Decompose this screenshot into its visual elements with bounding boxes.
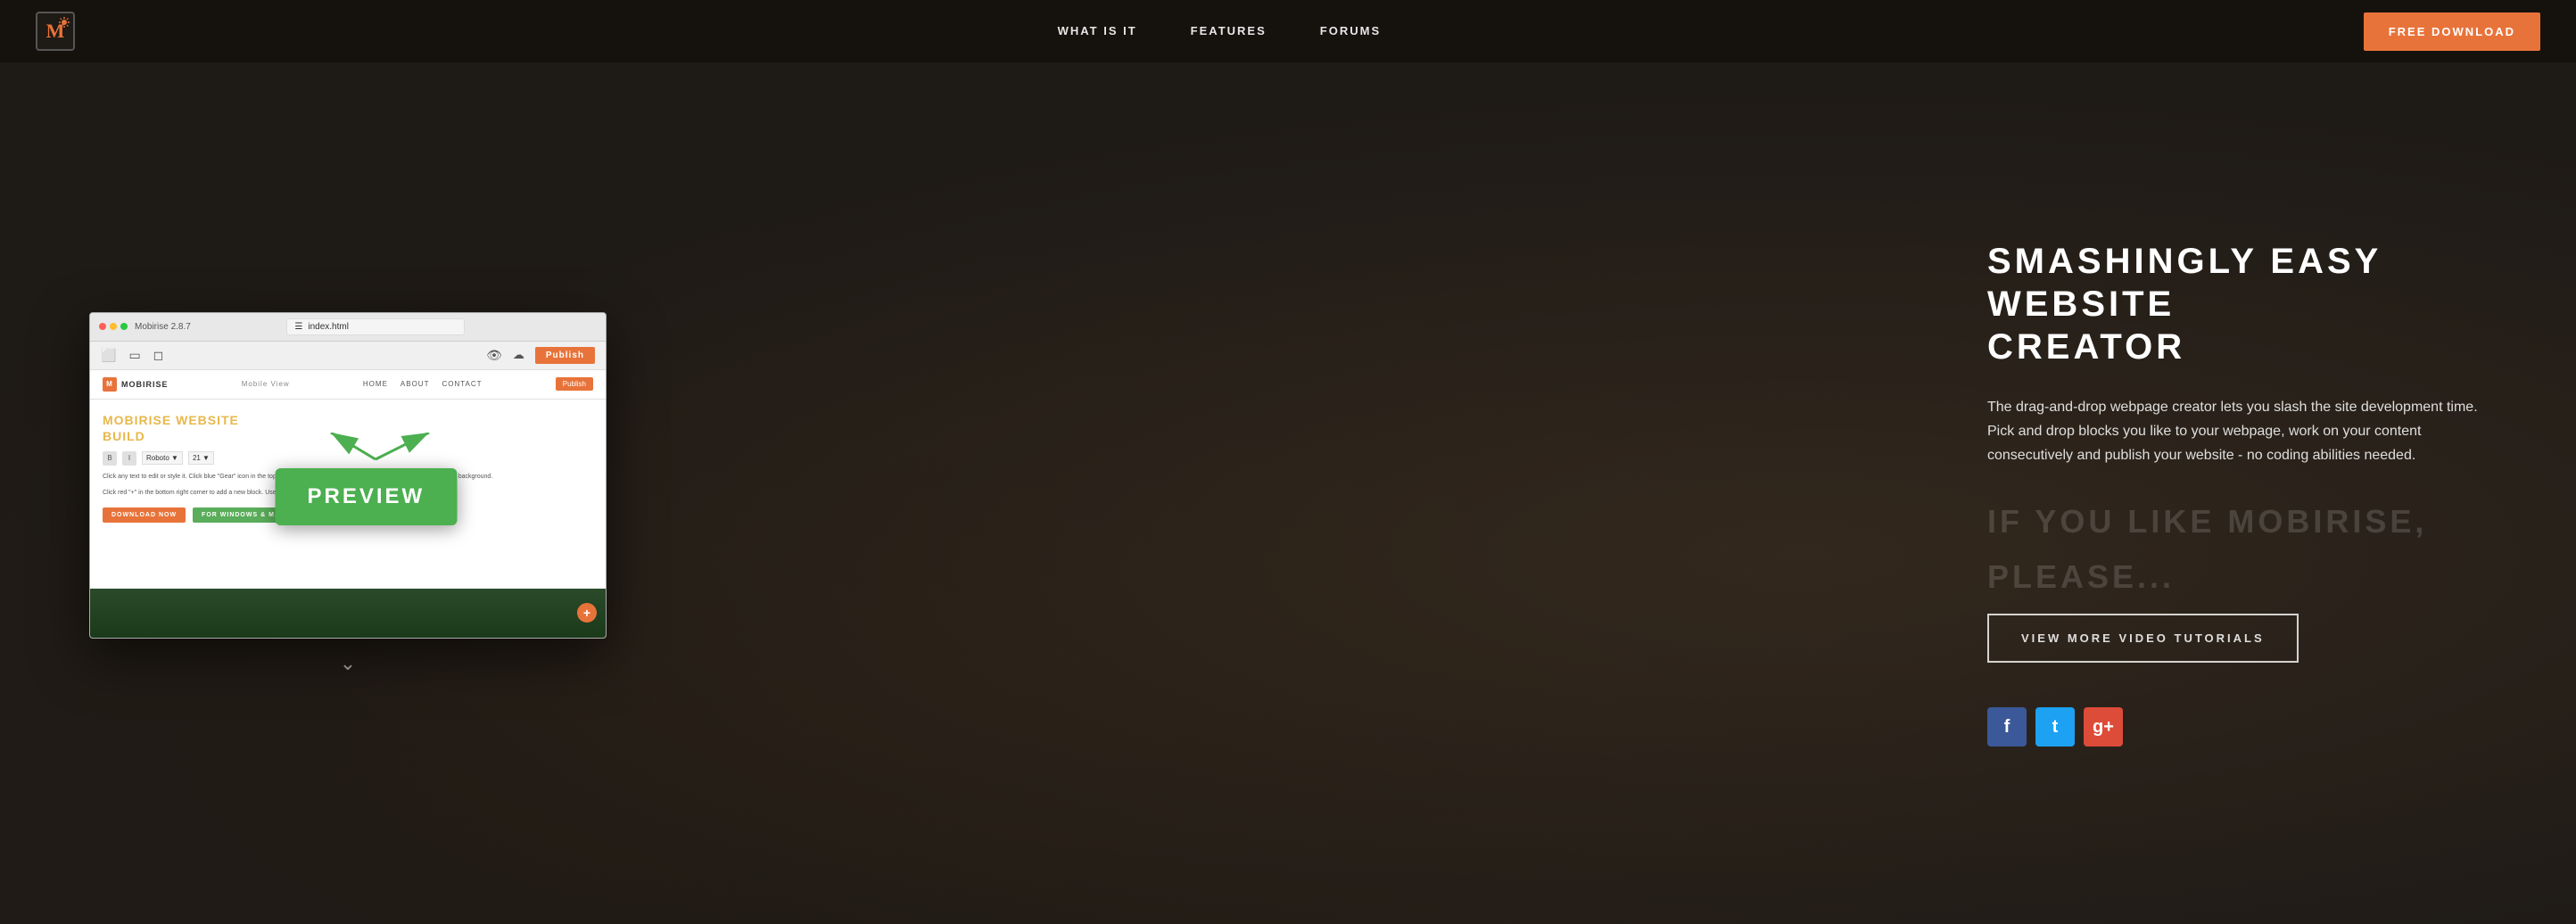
toolbar-icons: ⬜ ▭ ◻: [101, 348, 163, 363]
logo[interactable]: M: [36, 12, 75, 51]
inner-buttons: DOWNLOAD NOW FOR WINDOWS & MAC: [103, 507, 593, 523]
nav-what-is-it[interactable]: WHAT IS IT: [1058, 24, 1137, 37]
navbar: M WHAT IS IT FEATURES FORUMS FREE DOWNLO…: [0, 0, 2576, 62]
right-content: SMASHINGLY EASY WEBSITE CREATOR The drag…: [1987, 240, 2505, 747]
font-size[interactable]: 21 ▼: [188, 451, 214, 465]
faded-text-2: PLEASE...: [1987, 558, 2505, 596]
close-dot: [99, 323, 106, 330]
inner-nav-about: ABOUT: [400, 380, 430, 388]
inner-heading: MOBIRISE WEBSITE BUILD: [103, 412, 593, 444]
free-download-button[interactable]: FREE DOWNLOAD: [2364, 12, 2540, 51]
browser-window: Mobirise 2.8.7 ☰ index.html ⬜ ▭ ◻ 👁 ☁: [89, 312, 607, 639]
mobile-view-label: Mobile View: [242, 380, 290, 388]
browser-titlebar: Mobirise 2.8.7 ☰ index.html: [90, 313, 606, 342]
inner-publish-btn: Publish: [556, 377, 593, 391]
inner-browser-body: M MOBIRISE Mobile View HOME ABOUT CONTAC…: [90, 370, 606, 638]
italic-icon: I: [122, 451, 136, 466]
googleplus-icon[interactable]: g+: [2084, 707, 2123, 747]
browser-mockup: Mobirise 2.8.7 ☰ index.html ⬜ ▭ ◻ 👁 ☁: [89, 312, 607, 675]
faded-text-1: IF YOU LIKE MOBIRISE,: [1987, 503, 2505, 540]
inner-body-text-2: Click red "+" in the bottom right corner…: [103, 489, 593, 499]
nav-features[interactable]: FEATURES: [1191, 24, 1267, 37]
inner-nav: M MOBIRISE Mobile View HOME ABOUT CONTAC…: [90, 370, 606, 400]
address-text: index.html: [308, 322, 349, 332]
logo-icon: M: [36, 12, 75, 51]
hero-title: SMASHINGLY EASY WEBSITE CREATOR: [1987, 240, 2505, 368]
font-select[interactable]: Roboto ▼: [142, 451, 183, 465]
browser-title-left: Mobirise 2.8.7: [99, 322, 191, 332]
facebook-icon[interactable]: f: [1987, 707, 2027, 747]
eye-icon[interactable]: 👁: [486, 348, 502, 363]
social-icons: f t g+: [1987, 707, 2505, 747]
desktop-icon[interactable]: ⬜: [101, 348, 116, 363]
inner-photo-strip: +: [90, 589, 606, 638]
mobile-icon[interactable]: ◻: [153, 348, 164, 363]
inner-logo-name: MOBIRISE: [121, 380, 169, 389]
toolbar-right: 👁 ☁ Publish: [486, 347, 595, 364]
inner-logo-icon: M: [103, 377, 117, 392]
inner-nav-home: HOME: [363, 380, 388, 388]
inner-download-btn[interactable]: DOWNLOAD NOW: [103, 507, 186, 523]
scroll-down-icon: ⌄: [340, 652, 356, 674]
nav-links: WHAT IS IT FEATURES FORUMS: [1058, 23, 1382, 39]
minimize-dot: [110, 323, 117, 330]
sun-icon: [59, 17, 70, 28]
inner-content: MOBIRISE WEBSITE BUILD B I Roboto ▼ 21 ▼…: [90, 400, 606, 535]
publish-button[interactable]: Publish: [535, 347, 595, 364]
bold-icon: B: [103, 451, 117, 466]
add-block-button[interactable]: +: [577, 603, 597, 623]
menu-icon: ☰: [294, 322, 302, 332]
inner-windows-mac-btn[interactable]: FOR WINDOWS & MAC: [193, 507, 294, 523]
twitter-icon[interactable]: t: [2035, 707, 2075, 747]
browser-title-text: Mobirise 2.8.7: [135, 322, 191, 332]
main-content: Mobirise 2.8.7 ☰ index.html ⬜ ▭ ◻ 👁 ☁: [0, 62, 2576, 924]
inner-body-text-1: Click any text to edit or style it. Clic…: [103, 473, 593, 483]
hero-description: The drag-and-drop webpage creator lets y…: [1987, 395, 2505, 468]
inner-controls-bar: B I Roboto ▼ 21 ▼: [103, 451, 593, 466]
inner-nav-contact: CONTACT: [442, 380, 482, 388]
browser-address-bar: ☰ index.html: [286, 318, 465, 335]
maximize-dot: [120, 323, 128, 330]
nav-forums[interactable]: FORUMS: [1320, 24, 1381, 37]
tablet-icon[interactable]: ▭: [128, 348, 140, 363]
inner-nav-links: HOME ABOUT CONTACT: [363, 380, 483, 388]
inner-logo: M MOBIRISE: [103, 377, 169, 392]
cloud-icon[interactable]: ☁: [513, 348, 524, 362]
browser-toolbar: ⬜ ▭ ◻ 👁 ☁ Publish: [90, 342, 606, 370]
video-tutorials-button[interactable]: VIEW MORE VIDEO TUTORIALS: [1987, 614, 2299, 663]
